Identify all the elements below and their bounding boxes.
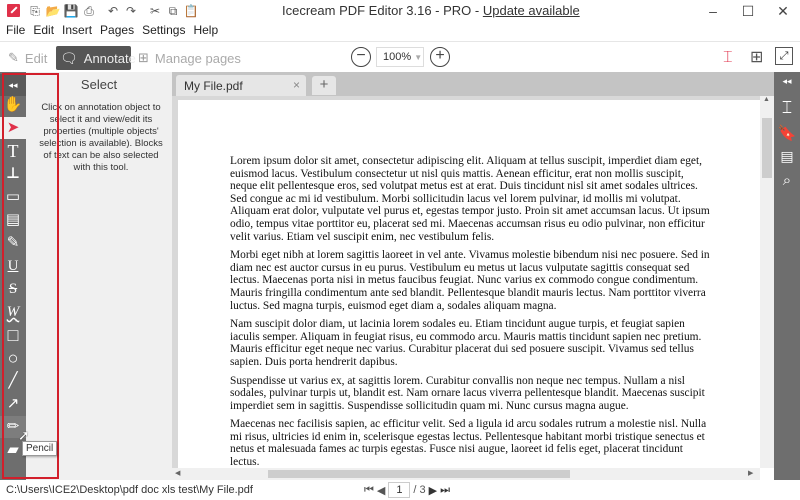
tab-my-file[interactable]: My File.pdf × <box>176 75 306 96</box>
select-tool-icon[interactable]: ➤ <box>0 117 26 139</box>
highlight-tool-icon[interactable]: ✎ <box>0 232 26 254</box>
pages-grid-icon: ⊞ <box>138 50 149 65</box>
new-tab-button[interactable]: + <box>312 76 336 95</box>
paragraph[interactable]: Nam suscipit dolor diam, ut lacinia lore… <box>230 318 710 368</box>
expand-panel-icon[interactable]: ◂◂ <box>774 76 800 87</box>
last-page-icon[interactable]: ⏭ <box>440 484 450 497</box>
paragraph[interactable]: Lorem ipsum dolor sit amet, consectetur … <box>230 155 710 243</box>
zoom-value: 100% <box>383 51 412 63</box>
text-tool-icon[interactable]: T <box>0 140 26 162</box>
comment-icon: 🗨 <box>60 49 78 66</box>
panel-description: Click on annotation object to select it … <box>39 102 163 173</box>
redo-icon[interactable]: ↷ <box>122 4 140 18</box>
comment-tool-icon[interactable]: ▭ <box>0 186 26 208</box>
prev-page-icon[interactable]: ◀ <box>377 484 385 497</box>
page-text[interactable]: Lorem ipsum dolor sit amet, consectetur … <box>230 155 710 468</box>
menu-edit[interactable]: Edit <box>33 22 54 40</box>
zoom-in-button[interactable]: + <box>430 47 450 67</box>
scroll-left-icon[interactable]: ◀ <box>175 469 180 477</box>
paste-icon[interactable]: 📋 <box>182 4 200 18</box>
horizontal-scrollbar[interactable]: ◀ ▶ <box>172 468 760 480</box>
mode-toolbar: ✎ Edit 🗨 Annotate ⊞ Manage pages − 100% … <box>0 41 800 72</box>
pencil-icon: ✎ <box>8 50 19 65</box>
print-icon[interactable]: ⎙ <box>80 4 98 19</box>
search-icon[interactable]: ⌕ <box>774 172 800 189</box>
update-available-link[interactable]: Update available <box>483 3 580 18</box>
page-number-input[interactable]: 1 <box>388 482 411 498</box>
app-logo-icon <box>7 4 20 17</box>
annotation-tools-strip: ◂◂ ✋ ➤ T ⊥ ▭ ▤ ✎ U S W □ ○ ╱ ↗ ✏ ▰ <box>0 72 26 480</box>
maximize-button[interactable]: ☐ <box>733 1 763 21</box>
tab-label: My File.pdf <box>184 79 243 93</box>
single-page-view-icon[interactable]: ⌶ <box>723 49 733 67</box>
edit-mode-button[interactable]: ✎ Edit <box>8 46 47 70</box>
collapse-panel-icon[interactable]: ◂◂ <box>0 74 26 96</box>
stamp-tool-icon[interactable]: ⊥ <box>0 163 26 185</box>
multi-page-view-icon[interactable]: ⊞ <box>750 47 763 67</box>
menu-bar: File Edit Insert Pages Settings Help <box>0 22 800 40</box>
underline-tool-icon[interactable]: U <box>0 255 26 277</box>
edit-label: Edit <box>24 50 48 66</box>
copy-icon[interactable]: ⧉ <box>164 4 182 19</box>
first-page-icon[interactable]: ⏮ <box>364 484 374 497</box>
squiggly-tool-icon[interactable]: W <box>0 301 26 323</box>
menu-file[interactable]: File <box>6 22 25 40</box>
page-navigator: ⏮ ◀ 1 / 3 ▶ ⏭ <box>364 482 450 498</box>
open-folder-icon[interactable]: 📂 <box>44 4 62 18</box>
panel-title: Select <box>80 77 118 92</box>
vertical-scroll-thumb[interactable] <box>762 118 772 178</box>
close-button[interactable]: ✕ <box>768 1 798 21</box>
line-tool-icon[interactable]: ╱ <box>0 370 26 392</box>
horizontal-scroll-thumb[interactable] <box>268 470 570 478</box>
scroll-up-icon[interactable]: ▲ <box>763 96 770 103</box>
zoom-select[interactable]: 100% ▼ <box>376 47 424 67</box>
right-sidebar-strip: ◂◂ ⌶ 🔖 ▤ ⌕ <box>774 72 800 480</box>
rectangle-tool-icon[interactable]: □ <box>0 324 26 346</box>
arrow-tool-icon[interactable]: ↗ <box>0 393 26 415</box>
annotate-mode-button[interactable]: 🗨 Annotate <box>56 46 136 70</box>
pdf-page[interactable]: Lorem ipsum dolor sit amet, consectetur … <box>178 100 760 468</box>
menu-pages[interactable]: Pages <box>100 22 134 40</box>
hand-tool-icon[interactable]: ✋ <box>0 94 26 116</box>
tooltip: Pencil <box>22 441 58 456</box>
textbox-tool-icon[interactable]: ▤ <box>0 209 26 231</box>
menu-insert[interactable]: Insert <box>62 22 92 40</box>
manage-pages-button[interactable]: ⊞ Manage pages <box>138 46 241 70</box>
close-tab-icon[interactable]: × <box>293 78 300 92</box>
chevron-down-icon: ▼ <box>414 53 423 62</box>
menu-help[interactable]: Help <box>193 22 218 40</box>
paragraph[interactable]: Morbi eget nibh at lorem sagittis laoree… <box>230 249 710 312</box>
save-icon[interactable]: 💾 <box>62 4 80 18</box>
next-page-icon[interactable]: ▶ <box>429 484 437 497</box>
total-pages: / 3 <box>413 484 426 496</box>
ellipse-tool-icon[interactable]: ○ <box>0 347 26 369</box>
minimize-button[interactable]: ‒ <box>698 1 728 21</box>
paragraph[interactable]: Maecenas nec facilisis sapien, ac effici… <box>230 418 710 468</box>
undo-icon[interactable]: ↶ <box>104 4 122 18</box>
file-path: C:\Users\ICE2\Desktop\pdf doc xls test\M… <box>6 484 253 496</box>
paragraph[interactable]: Suspendisse ut varius ex, at sagittis lo… <box>230 375 710 413</box>
comments-icon[interactable]: ▤ <box>774 148 800 165</box>
document-tab-bar: My File.pdf × + <box>172 72 774 96</box>
vertical-scrollbar[interactable]: ▲ <box>760 96 774 468</box>
app-name: Icecream PDF Editor 3.16 - PRO - <box>282 3 483 18</box>
title-bar: ⎘ 📂 💾 ⎙ ↶ ↷ ✂ ⧉ 📋 Icecream PDF Editor 3.… <box>0 0 800 22</box>
annotate-label: Annotate <box>83 50 136 66</box>
bookmark-icon[interactable]: 🔖 <box>774 124 800 142</box>
new-file-icon[interactable]: ⎘ <box>26 4 44 19</box>
page-thumbnails-icon[interactable]: ⌶ <box>774 98 800 118</box>
manage-pages-label: Manage pages <box>154 50 241 66</box>
menu-settings[interactable]: Settings <box>142 22 185 40</box>
cut-icon[interactable]: ✂ <box>146 4 164 18</box>
window-title: Icecream PDF Editor 3.16 - PRO - Update … <box>282 3 580 18</box>
zoom-out-button[interactable]: − <box>351 47 371 67</box>
strikeout-tool-icon[interactable]: S <box>0 278 26 300</box>
tool-properties-panel: Select Click on annotation object to sel… <box>26 72 172 480</box>
scroll-right-icon[interactable]: ▶ <box>748 469 753 477</box>
fullscreen-icon[interactable]: ⤢ <box>775 47 793 65</box>
document-viewport[interactable]: Lorem ipsum dolor sit amet, consectetur … <box>172 96 760 468</box>
status-bar: C:\Users\ICE2\Desktop\pdf doc xls test\M… <box>0 480 800 500</box>
